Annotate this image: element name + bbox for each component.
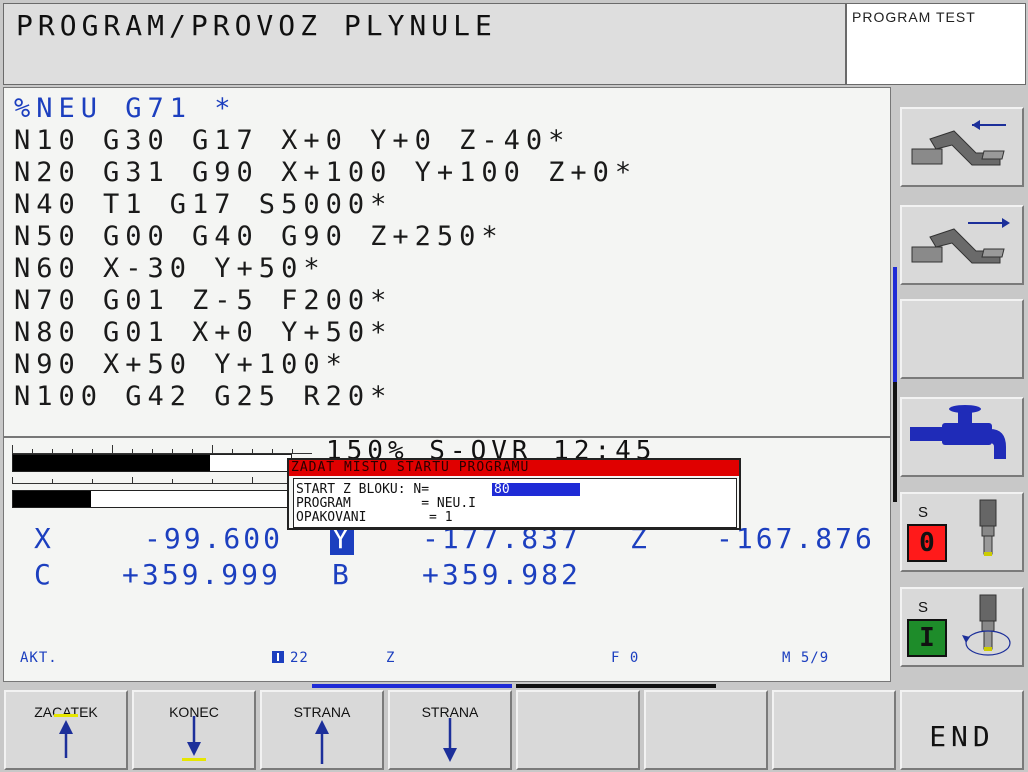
axis-x-label: X: [34, 522, 54, 555]
softkey-empty-5[interactable]: [516, 690, 640, 770]
program-line[interactable]: N60 X-30 Y+50*: [14, 253, 637, 285]
spindle-rotate-icon: [962, 594, 1011, 656]
program-line[interactable]: N40 T1 G17 S5000*: [14, 189, 637, 221]
position-mode-label: AKT.: [20, 650, 58, 666]
spindle-stop-indicator: 0: [907, 524, 947, 562]
arrow-down-icon: [443, 718, 457, 762]
arrow-down-icon: [182, 716, 206, 761]
softkey-end-text: END: [929, 720, 995, 753]
machine-path-back-button[interactable]: [900, 107, 1024, 187]
scrollbar-thumb-dark: [893, 382, 897, 502]
softkey-begin[interactable]: ZACATEK: [4, 690, 128, 770]
coolant-button[interactable]: [900, 397, 1024, 477]
axis-c-value: +359.999: [122, 558, 281, 591]
axis-b-value: +359.982: [422, 558, 581, 591]
right-softkey-column: S 0 S I: [893, 87, 1028, 682]
header-mode-box: PROGRAM TEST: [846, 3, 1026, 85]
spindle-stop-button[interactable]: S 0: [900, 492, 1024, 572]
header-title: PROGRAM/PROVOZ PLYNULE: [16, 9, 497, 42]
feed-scale: [12, 477, 292, 484]
axis-c-label: C: [34, 558, 54, 591]
program-line[interactable]: %NEU G71 *: [14, 93, 637, 125]
program-line[interactable]: N100 G42 G25 R20*: [14, 381, 637, 413]
m-functions: M 5/9: [782, 650, 830, 666]
softkey-empty-7[interactable]: [772, 690, 896, 770]
softkey-page-up[interactable]: STRANA: [260, 690, 384, 770]
repeat-row: OPAKOVANI = 1: [296, 510, 453, 525]
tool-number: 22: [272, 650, 309, 666]
program-line[interactable]: N20 G31 G90 X+100 Y+100 Z+0*: [14, 157, 637, 189]
machine-path-forward-button[interactable]: [900, 205, 1024, 285]
dialog-title: ZADAT MISTO STARTU PROGRAMU: [289, 460, 739, 476]
page-indicator-active: [312, 684, 512, 688]
bottom-softkey-bar: ZACATEK KONEC STRANA STRANA END: [0, 684, 1028, 772]
empty-side-key[interactable]: [900, 299, 1024, 379]
tool-icon: [272, 651, 284, 663]
spindle-override-bar: [12, 454, 292, 472]
axis-b-label: B: [332, 558, 352, 591]
program-line[interactable]: N80 G01 X+0 Y+50*: [14, 317, 637, 349]
spindle-start-label: S: [918, 599, 929, 616]
program-line[interactable]: N10 G30 G17 X+0 Y+0 Z-40*: [14, 125, 637, 157]
scrollbar-thumb[interactable]: [893, 267, 897, 382]
softkey-end[interactable]: END: [900, 690, 1024, 770]
feed-value: F 0: [611, 650, 640, 666]
spindle-override-fill: [13, 455, 211, 471]
axis-x-value: -99.600: [144, 522, 284, 555]
softkey-empty-6[interactable]: [644, 690, 768, 770]
spindle-icon: [979, 499, 997, 556]
start-block-label: START Z BLOKU: N=: [296, 482, 430, 497]
program-line[interactable]: N50 G00 G40 G90 Z+250*: [14, 221, 637, 253]
tool-axis: Z: [386, 650, 396, 666]
dialog-body: START Z BLOKU: N= PROGRAM = NEU.I OPAKOV…: [293, 478, 737, 528]
program-name-row: PROGRAM = NEU.I: [296, 496, 477, 511]
spindle-start-indicator: I: [907, 619, 947, 657]
spindle-stop-label: S: [918, 504, 929, 521]
softkey-page-down[interactable]: STRANA: [388, 690, 512, 770]
page-indicator: [516, 684, 716, 688]
machine-path-forward-icon: [911, 218, 1010, 264]
arrow-up-icon: [315, 720, 329, 764]
machine-path-back-icon: [911, 120, 1006, 166]
feed-override-fill: [13, 491, 91, 507]
spindle-start-button[interactable]: S I: [900, 587, 1024, 667]
program-line[interactable]: N90 X+50 Y+100*: [14, 349, 637, 381]
header-title-box: PROGRAM/PROVOZ PLYNULE: [3, 3, 846, 85]
feed-override-bar: [12, 490, 292, 508]
softkey-end-of-program[interactable]: KONEC: [132, 690, 256, 770]
program-line[interactable]: N70 G01 Z-5 F200*: [14, 285, 637, 317]
start-block-input[interactable]: [492, 483, 580, 496]
arrow-up-icon: [54, 714, 78, 758]
faucet-icon: [910, 405, 1006, 459]
program-lines: %NEU G71 * N10 G30 G17 X+0 Y+0 Z-40* N20…: [14, 93, 637, 413]
header-mode-label: PROGRAM TEST: [852, 9, 976, 25]
start-block-dialog: ZADAT MISTO STARTU PROGRAMU START Z BLOK…: [287, 458, 741, 530]
program-panel: %NEU G71 * N10 G30 G17 X+0 Y+0 Z-40* N20…: [3, 87, 891, 437]
